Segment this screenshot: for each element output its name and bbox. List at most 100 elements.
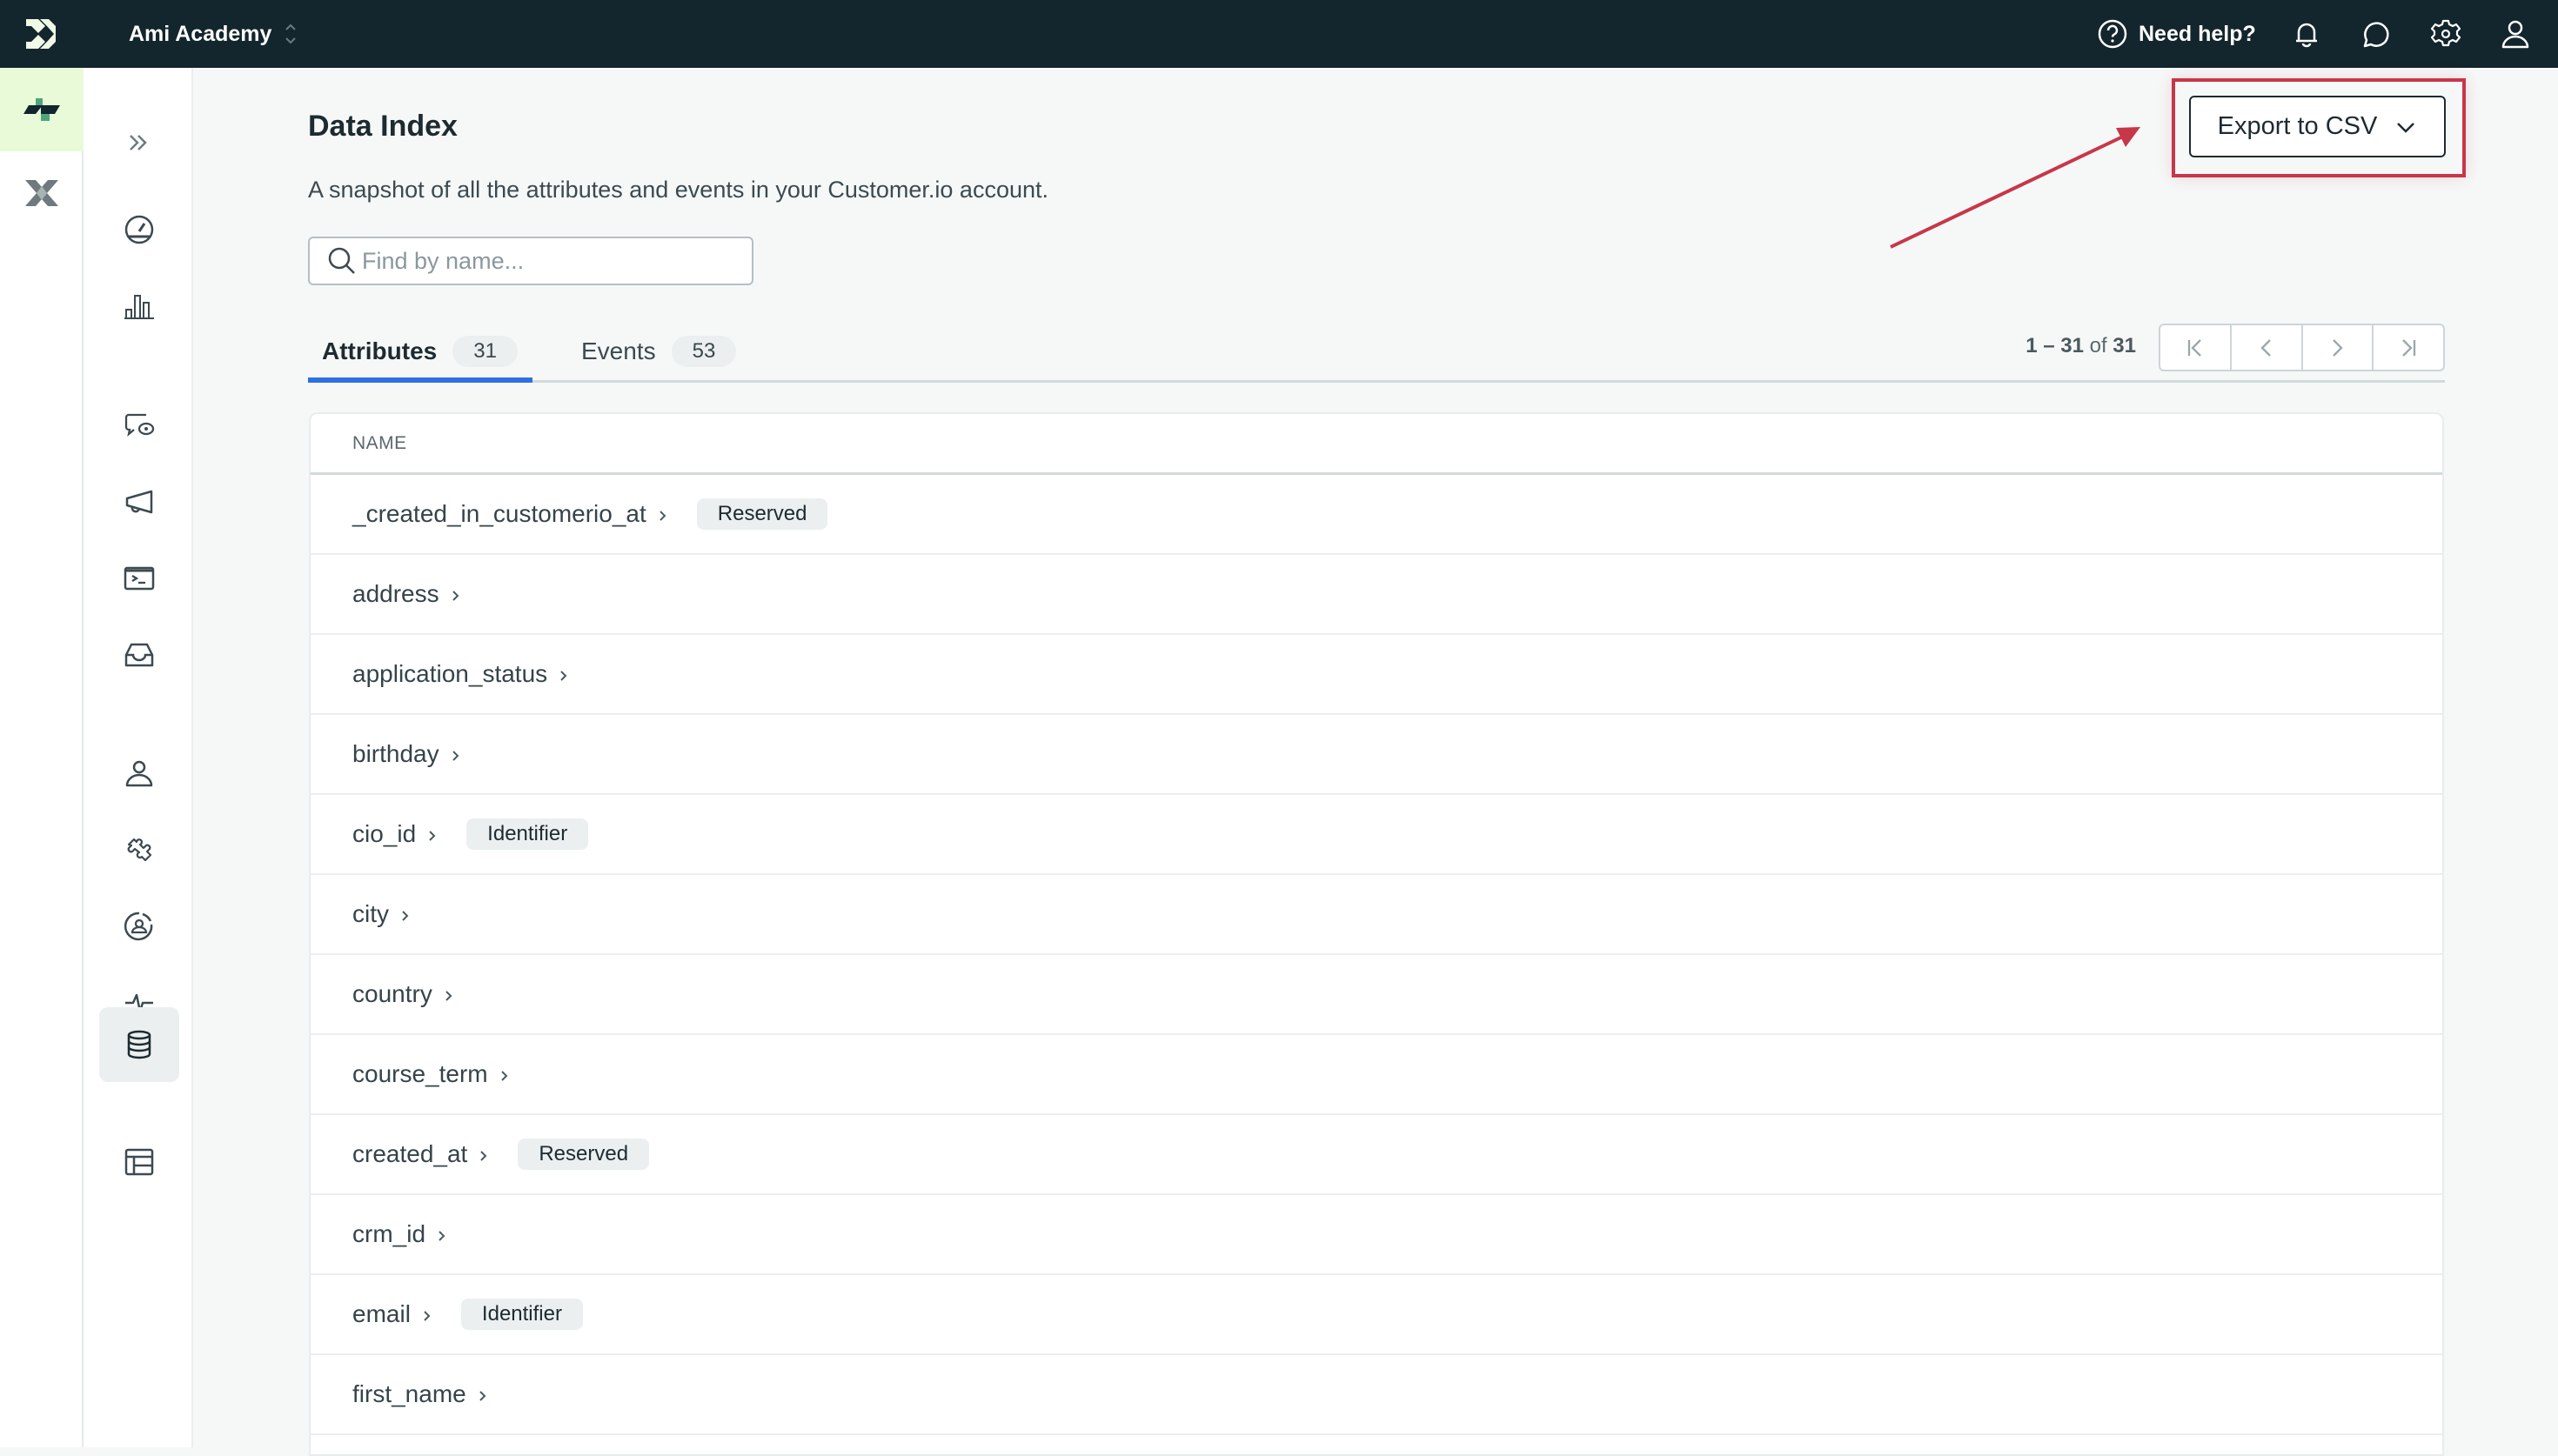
bell-icon[interactable] xyxy=(2290,17,2323,50)
chevron-right-icon[interactable] xyxy=(475,1388,491,1404)
attribute-name[interactable]: address xyxy=(352,580,439,608)
chevron-left-icon xyxy=(2260,338,2271,357)
attribute-name[interactable]: country xyxy=(352,980,432,1008)
need-help-button[interactable]: Need help? xyxy=(2097,17,2256,50)
chevron-right-icon[interactable] xyxy=(441,988,457,1004)
sidebar-item-segments[interactable] xyxy=(99,892,179,960)
first-page-button[interactable] xyxy=(2160,325,2232,370)
range-separator: – xyxy=(2037,334,2061,357)
puzzle-icon xyxy=(127,838,152,862)
table-row[interactable]: application_status xyxy=(311,635,2442,715)
chevron-right-icon[interactable] xyxy=(425,828,440,844)
previous-page-button[interactable] xyxy=(2232,325,2303,370)
sidebar-item-people[interactable] xyxy=(99,739,179,807)
table-layout-icon xyxy=(124,1148,154,1176)
chevron-right-icon[interactable] xyxy=(434,1228,450,1244)
tabs-divider xyxy=(308,380,2445,383)
attribute-name[interactable]: _created_in_customerio_at xyxy=(352,500,646,528)
attribute-name[interactable]: application_status xyxy=(352,660,547,688)
table-row[interactable]: created_at Reserved xyxy=(311,1115,2442,1195)
search-icon xyxy=(328,247,355,274)
sidebar-item-reports[interactable] xyxy=(99,272,179,340)
sidebar-item-data-index[interactable] xyxy=(99,1007,179,1082)
gear-icon[interactable] xyxy=(2429,17,2462,50)
segment-person-icon xyxy=(124,912,153,941)
table-row[interactable]: address xyxy=(311,555,2442,635)
rail-item-journeys[interactable] xyxy=(0,68,84,151)
chevron-right-icon xyxy=(2333,338,2344,357)
chevron-down-icon xyxy=(2397,122,2415,133)
inbox-icon xyxy=(124,643,154,667)
sidebar-item-transactional[interactable] xyxy=(99,544,179,612)
tab-attributes[interactable]: Attributes 31 xyxy=(322,324,518,379)
sidebar-item-messages[interactable] xyxy=(99,391,179,459)
annotation-arrow xyxy=(1890,127,2140,249)
journeys-logo-icon xyxy=(23,98,60,121)
table-header: NAME xyxy=(311,414,2442,475)
tab-events[interactable]: Events 53 xyxy=(581,324,737,379)
export-to-csv-button[interactable]: Export to CSV xyxy=(2189,96,2446,157)
next-page-button[interactable] xyxy=(2303,325,2374,370)
attribute-name[interactable]: crm_id xyxy=(352,1220,425,1248)
table-row[interactable]: email Identifier xyxy=(311,1275,2442,1355)
column-header-name[interactable]: NAME xyxy=(352,433,407,454)
tab-events-count: 53 xyxy=(671,336,737,367)
workspace-switcher-chevron-icon[interactable] xyxy=(284,21,298,47)
workspace-name[interactable]: Ami Academy xyxy=(129,19,271,49)
chat-icon[interactable] xyxy=(2359,17,2392,50)
range-end: 31 xyxy=(2060,334,2084,357)
table-row[interactable]: crm_id xyxy=(311,1195,2442,1275)
attribute-badge: Identifier xyxy=(460,1299,583,1330)
message-eye-icon xyxy=(124,413,155,437)
table-row[interactable]: cio_id Identifier xyxy=(311,795,2442,875)
attribute-name[interactable]: city xyxy=(352,900,389,928)
chevron-right-icon[interactable] xyxy=(448,748,464,764)
chevron-right-icon[interactable] xyxy=(448,588,464,604)
chevron-right-icon[interactable] xyxy=(398,908,413,924)
chevron-right-icon[interactable] xyxy=(419,1308,435,1324)
table-row[interactable]: first_name xyxy=(311,1355,2442,1435)
active-tab-indicator xyxy=(308,377,532,383)
attribute-name[interactable]: birthday xyxy=(352,740,439,768)
table-row[interactable]: city xyxy=(311,875,2442,955)
sidebar-item-integrations[interactable] xyxy=(99,816,179,884)
table-row[interactable]: country xyxy=(311,955,2442,1035)
chevron-right-icon[interactable] xyxy=(556,668,572,684)
tab-events-label: Events xyxy=(581,337,656,364)
attribute-name[interactable]: first_name xyxy=(352,1380,466,1408)
chevron-right-icon[interactable] xyxy=(655,508,671,524)
attribute-name[interactable]: email xyxy=(352,1300,411,1328)
pager xyxy=(2159,324,2445,371)
customerio-logo-icon[interactable] xyxy=(24,17,57,50)
attribute-badge: Identifier xyxy=(466,818,589,850)
sidebar-item-broadcasts[interactable] xyxy=(99,468,179,536)
range-of: of xyxy=(2083,334,2113,357)
table-row[interactable]: birthday xyxy=(311,715,2442,795)
secondary-rail xyxy=(84,68,193,1447)
sidebar-item-objects[interactable] xyxy=(99,1128,179,1196)
table-row[interactable]: _created_in_customerio_at Reserved xyxy=(311,475,2442,555)
search-input[interactable] xyxy=(362,247,727,275)
attribute-name[interactable]: created_at xyxy=(352,1140,467,1168)
last-page-button[interactable] xyxy=(2374,325,2443,370)
speedometer-icon xyxy=(124,215,154,244)
sidebar-item-inbox[interactable] xyxy=(99,621,179,689)
megaphone-icon xyxy=(125,490,153,514)
table-row[interactable]: course_term xyxy=(311,1035,2442,1115)
attribute-name[interactable]: course_term xyxy=(352,1060,488,1088)
chevron-right-icon[interactable] xyxy=(476,1148,492,1164)
search-field[interactable] xyxy=(308,237,753,285)
page-title: Data Index xyxy=(308,110,458,143)
need-help-label: Need help? xyxy=(2139,21,2256,46)
chevron-right-icon[interactable] xyxy=(497,1068,512,1084)
database-icon xyxy=(127,1030,151,1059)
range-start: 1 xyxy=(2026,334,2038,357)
attribute-name[interactable]: cio_id xyxy=(352,820,416,848)
rail-item-data-pipelines[interactable] xyxy=(0,151,84,235)
sidebar-item-dashboard[interactable] xyxy=(99,196,179,264)
expand-sidebar-button[interactable] xyxy=(99,109,179,177)
table-body: _created_in_customerio_at Reserved address… xyxy=(311,475,2442,1435)
user-icon[interactable] xyxy=(2499,17,2532,50)
page-subtitle: A snapshot of all the attributes and eve… xyxy=(308,177,1049,203)
tab-attributes-label: Attributes xyxy=(322,337,438,364)
